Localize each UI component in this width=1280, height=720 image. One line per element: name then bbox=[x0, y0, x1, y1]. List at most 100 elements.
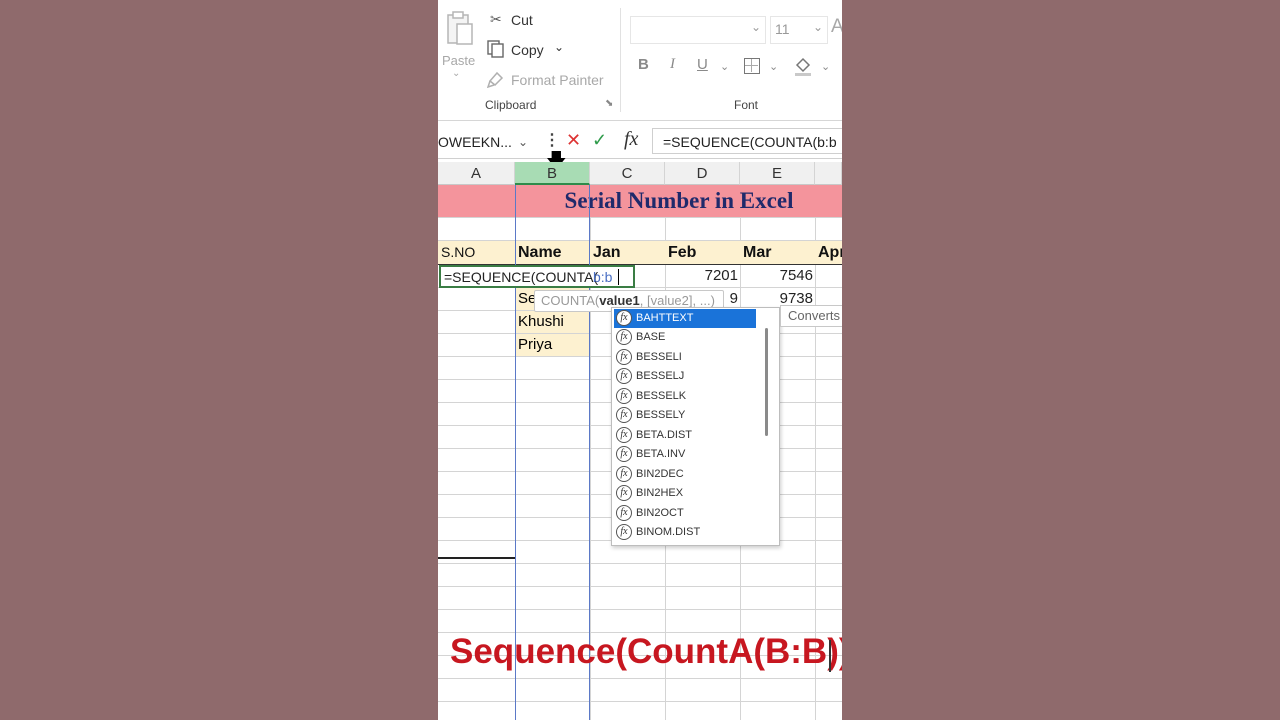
column-header-d[interactable]: D bbox=[665, 162, 740, 185]
list-item-label: BIN2DEC bbox=[636, 468, 684, 480]
paste-button[interactable]: Paste bbox=[442, 53, 475, 68]
list-scrollbar[interactable] bbox=[765, 328, 768, 436]
format-painter-icon bbox=[487, 71, 504, 88]
header-apr[interactable]: Apr bbox=[815, 241, 842, 264]
list-item[interactable]: fx BESSELI bbox=[614, 348, 756, 367]
list-item[interactable]: fx BIN2DEC bbox=[614, 465, 756, 484]
row-line bbox=[438, 586, 842, 587]
copy-icon bbox=[487, 40, 504, 58]
function-icon: fx bbox=[616, 329, 632, 345]
list-item-label: BASE bbox=[636, 331, 666, 343]
list-item[interactable]: fx BESSELK bbox=[614, 387, 756, 406]
function-icon: fx bbox=[616, 485, 632, 501]
paste-icon[interactable] bbox=[445, 10, 475, 46]
header-sno[interactable]: S.NO bbox=[438, 241, 515, 264]
chevron-down-icon[interactable]: ⌄ bbox=[518, 128, 528, 156]
list-item[interactable]: fx BESSELY bbox=[614, 406, 756, 425]
underline-dropdown-icon[interactable]: ⌄ bbox=[720, 60, 729, 73]
list-item[interactable]: fx BINOM.DIST bbox=[614, 523, 756, 542]
italic-button[interactable]: I bbox=[670, 56, 675, 73]
formula-input[interactable]: =SEQUENCE(COUNTA(b:b bbox=[652, 128, 842, 154]
function-icon: fx bbox=[616, 427, 632, 443]
list-item[interactable]: fx BIN2OCT bbox=[614, 504, 756, 523]
list-item[interactable]: fx BAHTTEXT bbox=[614, 309, 756, 328]
column-header-a[interactable]: A bbox=[438, 162, 515, 185]
list-item-label: BESSELY bbox=[636, 409, 686, 421]
name-box[interactable]: OWEEKN... ⌄ bbox=[438, 128, 534, 156]
scissors-icon: ✂ bbox=[490, 11, 502, 27]
list-item[interactable]: fx BIN2HEX bbox=[614, 484, 756, 503]
tooltip-current-arg: value1 bbox=[599, 293, 640, 308]
list-item[interactable]: fx BETA.INV bbox=[614, 445, 756, 464]
row-line bbox=[438, 609, 842, 610]
bold-button[interactable]: B bbox=[638, 56, 649, 73]
copy-button[interactable]: Copy bbox=[511, 42, 544, 58]
active-cell-range-ref: b:b bbox=[593, 269, 613, 285]
copy-dropdown-icon[interactable]: ⌄ bbox=[554, 40, 564, 54]
clipboard-launcher-icon[interactable]: ⬊ bbox=[605, 98, 613, 109]
ribbon-home: Paste ⌄ ✂ Cut Copy ⌄ Format Painter Clip… bbox=[438, 0, 842, 121]
active-cell-a4[interactable]: =SEQUENCE(COUNTA( b:b bbox=[439, 265, 635, 288]
font-name-select[interactable]: ⌄ bbox=[630, 16, 766, 44]
text-cursor bbox=[618, 269, 619, 285]
enter-icon[interactable]: ✓ bbox=[592, 130, 607, 151]
underline-button[interactable]: U bbox=[697, 56, 708, 73]
list-item-label: BESSELI bbox=[636, 351, 682, 363]
list-item[interactable]: fx BETA.DIST bbox=[614, 426, 756, 445]
list-item-label: BINOM.DIST bbox=[636, 526, 701, 538]
row-line bbox=[438, 563, 842, 564]
list-item-label: BESSELJ bbox=[636, 370, 685, 382]
function-icon: fx bbox=[616, 310, 632, 326]
cell-b7[interactable]: Priya bbox=[515, 334, 589, 356]
cell-d4[interactable]: 7201 bbox=[665, 265, 738, 287]
insert-function-icon[interactable]: fx bbox=[624, 128, 638, 151]
list-item[interactable]: fx BASE bbox=[614, 328, 756, 347]
header-mar[interactable]: Mar bbox=[740, 241, 815, 264]
clipboard-group-label: Clipboard bbox=[485, 98, 537, 112]
function-icon: fx bbox=[616, 388, 632, 404]
column-header-e[interactable]: E bbox=[740, 162, 815, 185]
font-size-value: 11 bbox=[775, 21, 790, 37]
list-item[interactable]: fx BESSELJ bbox=[614, 367, 756, 386]
font-size-select[interactable]: 11 ⌄ bbox=[770, 16, 828, 44]
format-painter-button[interactable]: Format Painter bbox=[511, 72, 604, 88]
column-header-c[interactable]: C bbox=[590, 162, 665, 185]
font-group-label: Font bbox=[734, 98, 759, 112]
function-icon: fx bbox=[616, 407, 632, 423]
column-header-f[interactable] bbox=[815, 162, 842, 185]
function-autocomplete-list[interactable]: fx BAHTTEXT fx BASE fx BESSELI fx BESSELJ fx… bbox=[611, 307, 780, 546]
caption-cursor bbox=[829, 640, 831, 672]
list-item-label: BIN2HEX bbox=[636, 487, 684, 499]
cut-button[interactable]: Cut bbox=[511, 12, 533, 28]
fill-color-dropdown-icon[interactable]: ⌄ bbox=[821, 60, 830, 73]
fill-color-icon[interactable] bbox=[793, 55, 813, 77]
function-description-tooltip: Converts bbox=[780, 305, 842, 327]
cell-b6[interactable]: Khushi bbox=[515, 311, 589, 333]
function-icon: fx bbox=[616, 505, 632, 521]
row-line bbox=[438, 217, 842, 218]
active-cell-formula: =SEQUENCE(COUNTA( bbox=[444, 269, 599, 285]
borders-icon[interactable] bbox=[744, 58, 760, 74]
function-icon: fx bbox=[616, 349, 632, 365]
cell-e4[interactable]: 7546 bbox=[740, 265, 813, 287]
cancel-icon[interactable]: ✕ bbox=[566, 130, 581, 151]
video-caption: Sequence(CountA(B:B)) bbox=[450, 632, 842, 671]
ribbon-separator bbox=[620, 8, 621, 112]
excel-window: Paste ⌄ ✂ Cut Copy ⌄ Format Painter Clip… bbox=[438, 0, 842, 720]
tooltip-rest-args: , [value2], ...) bbox=[639, 293, 715, 308]
function-icon: fx bbox=[616, 466, 632, 482]
function-icon: fx bbox=[616, 524, 632, 540]
list-item-label: BESSELK bbox=[636, 390, 687, 402]
list-item-label: BIN2OCT bbox=[636, 507, 684, 519]
column-header-b[interactable]: B bbox=[515, 162, 590, 185]
header-name[interactable]: Name bbox=[515, 241, 590, 264]
list-item-label: BAHTTEXT bbox=[636, 312, 694, 324]
paste-dropdown-icon[interactable]: ⌄ bbox=[452, 68, 460, 79]
list-item-label: BETA.DIST bbox=[636, 429, 693, 441]
cell-border-bottom bbox=[438, 557, 515, 559]
header-jan[interactable]: Jan bbox=[590, 241, 665, 264]
borders-dropdown-icon[interactable]: ⌄ bbox=[769, 60, 778, 73]
header-feb[interactable]: Feb bbox=[665, 241, 740, 264]
sheet-title[interactable]: Serial Number in Excel bbox=[516, 185, 842, 217]
increase-font-icon[interactable]: A bbox=[831, 16, 842, 38]
